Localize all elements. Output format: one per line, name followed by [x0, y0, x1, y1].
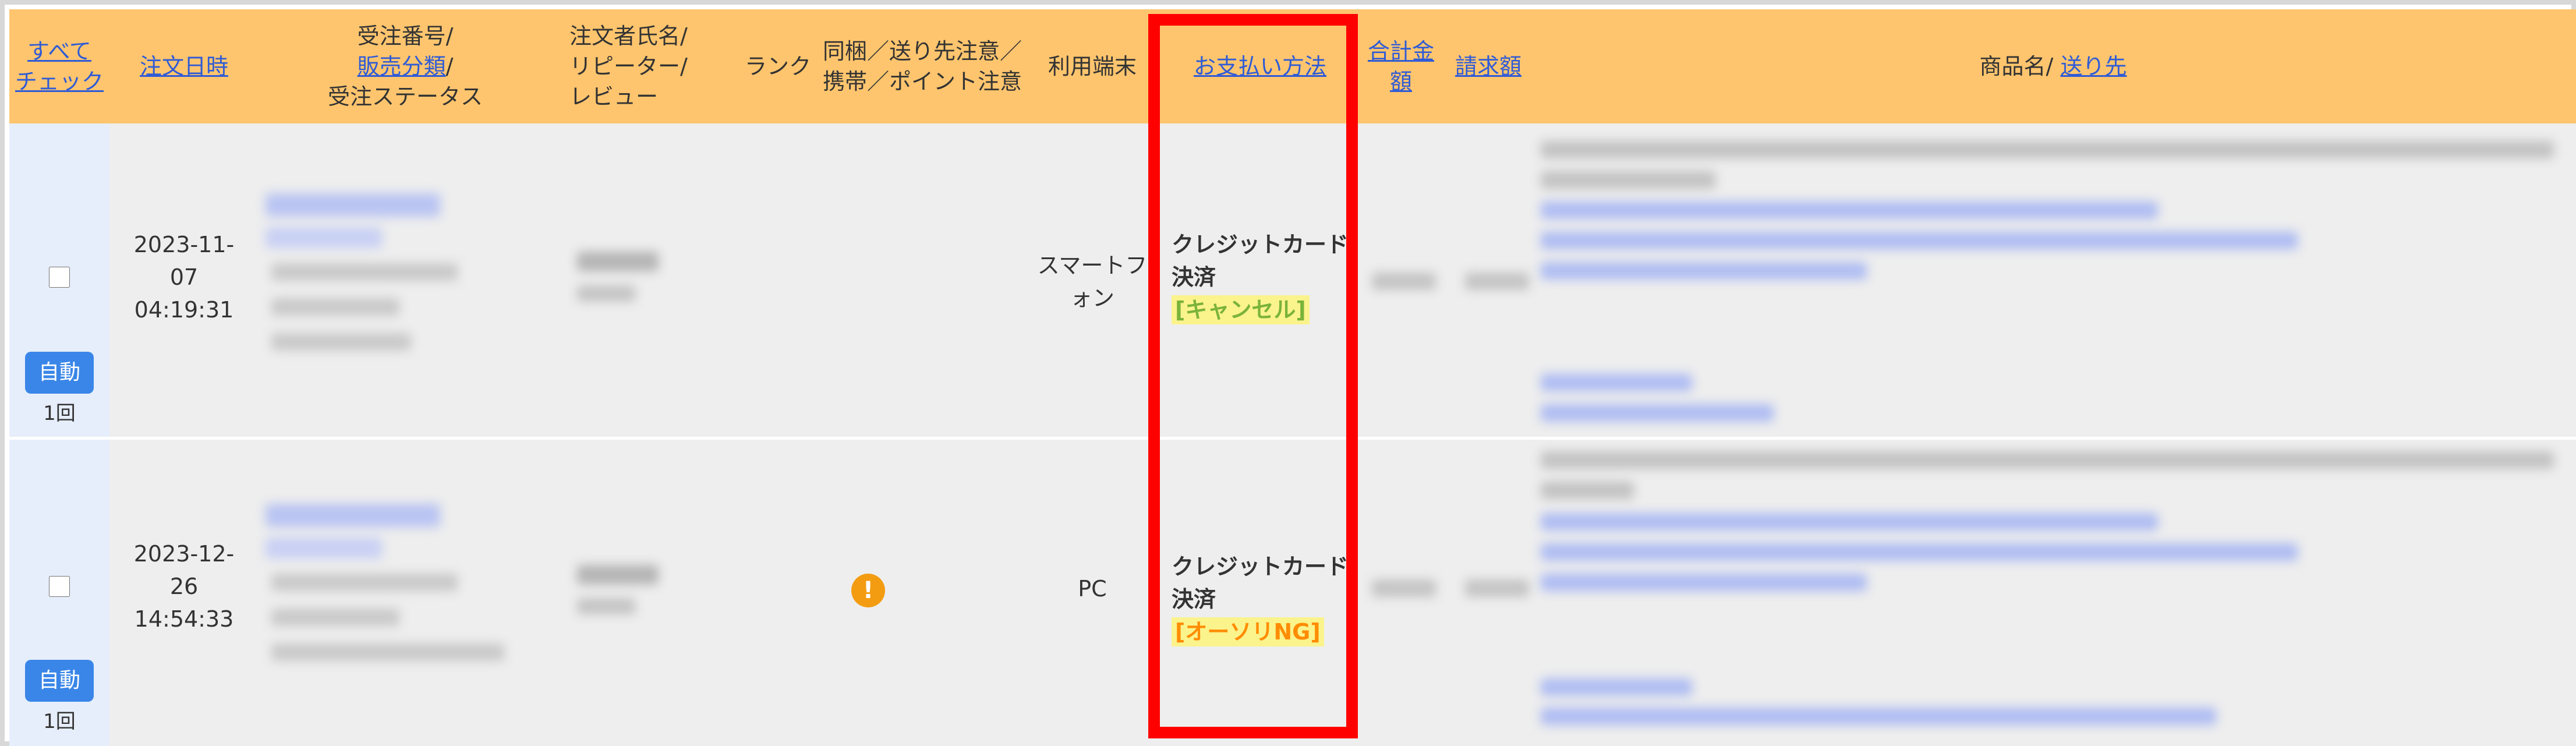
payment-method-line2: 決済 [1172, 264, 1216, 290]
payment-method-header: お支払い方法 [1167, 9, 1353, 123]
order-time: 14:54:33 [134, 606, 234, 632]
auto-count: 1回 [43, 402, 76, 425]
order-number-header: 受注番号/ 販売分類/ 受注ステータス [254, 9, 557, 123]
payment-method-cell: クレジットカード 決済 [キャンセル] [1172, 228, 1358, 326]
row-checkbox[interactable] [49, 267, 70, 288]
order-number-label: 受注番号/ [357, 23, 454, 49]
payment-status-badge: [キャンセル] [1172, 295, 1310, 324]
device-value-line1: スマートフ [1037, 253, 1148, 278]
notice-label-line1: 同梱／送り先注意／ [822, 38, 1022, 64]
product-name-label: 商品名/ [1979, 54, 2061, 79]
row-checkbox[interactable] [49, 576, 70, 597]
table-header: すべて チェック 注文日時 受注番号/ 販売分類/ 受注ステータス 注文者氏名/… [9, 9, 2576, 123]
check-all-link-line2[interactable]: チェック [15, 66, 104, 97]
auto-button[interactable]: 自動 [25, 660, 94, 702]
device-value: スマートフ ォン [1034, 249, 1151, 314]
rank-label: ランク [744, 54, 811, 79]
check-all-link-line1[interactable]: すべて [27, 36, 91, 66]
ship-to-sort-link[interactable]: 送り先 [2060, 51, 2126, 82]
device-value-line1: PC [1078, 576, 1107, 602]
payment-method-line1: クレジットカード [1172, 554, 1349, 579]
billing-header: 請求額 [1448, 9, 1529, 123]
product-header: 商品名/ 送り先 [1535, 9, 2571, 123]
total-amount-sort-link-line1[interactable]: 合計金 [1368, 36, 1434, 66]
row-check-column: 自動 1回 [9, 123, 109, 437]
order-datetime-header: 注文日時 [126, 9, 242, 123]
auto-count: 1回 [43, 710, 76, 733]
auto-button[interactable]: 自動 [25, 352, 94, 394]
sales-category-line: 販売分類/ [358, 51, 454, 82]
total-amount-sort-link-line2[interactable]: 額 [1390, 66, 1412, 97]
review-label: レビュー [569, 84, 659, 109]
repeater-label: リピーター/ [569, 54, 688, 79]
order-time: 04:19:31 [134, 297, 234, 323]
payment-method-cell: クレジットカード 決済 [オーソリNG] [1172, 550, 1358, 648]
order-datetime-sort-link[interactable]: 注文日時 [140, 51, 228, 82]
warning-icon[interactable]: ! [851, 574, 885, 607]
table-row: 自動 1回 2023-12- 26 14:54:33 ! PC クレジットカード… [9, 440, 2576, 746]
device-label: 利用端末 [1048, 54, 1137, 79]
billing-sort-link[interactable]: 請求額 [1455, 51, 1521, 82]
customer-header: 注文者氏名/ リピーター/ レビュー [569, 9, 733, 123]
payment-method-line1: クレジットカード [1172, 232, 1349, 257]
device-value: PC [1034, 572, 1151, 605]
notice-label-line2: 携帯／ポイント注意 [822, 69, 1022, 94]
order-list-panel: すべて チェック 注文日時 受注番号/ 販売分類/ 受注ステータス 注文者氏名/… [0, 0, 2576, 746]
order-date: 2023-11- [133, 232, 235, 257]
total-amount-header: 合計金 額 [1360, 9, 1442, 123]
order-datetime: 2023-12- 26 14:54:33 [120, 538, 248, 635]
order-status-label: 受注ステータス [327, 84, 483, 109]
order-date: 2023-12- [133, 541, 235, 567]
sales-category-slash: / [445, 54, 454, 79]
row-check-column: 自動 1回 [9, 440, 109, 746]
order-date-day: 26 [169, 574, 199, 599]
device-value-line2: ォン [1070, 285, 1114, 311]
table-row: 自動 1回 2023-11- 07 04:19:31 スマートフ ォン クレジッ… [9, 123, 2576, 437]
check-all-header: すべて チェック [9, 9, 109, 123]
payment-method-sort-link[interactable]: お支払い方法 [1194, 51, 1326, 82]
payment-status-badge: [オーソリNG] [1172, 617, 1324, 646]
rank-header: ランク [737, 9, 819, 123]
order-datetime: 2023-11- 07 04:19:31 [120, 228, 248, 326]
notice-header: 同梱／送り先注意／ 携帯／ポイント注意 [820, 9, 1025, 123]
order-date-day: 07 [169, 264, 199, 290]
customer-name-label: 注文者氏名/ [569, 23, 688, 49]
sales-category-link[interactable]: 販売分類 [358, 54, 446, 79]
device-header: 利用端末 [1034, 9, 1151, 123]
payment-method-line2: 決済 [1172, 586, 1216, 612]
